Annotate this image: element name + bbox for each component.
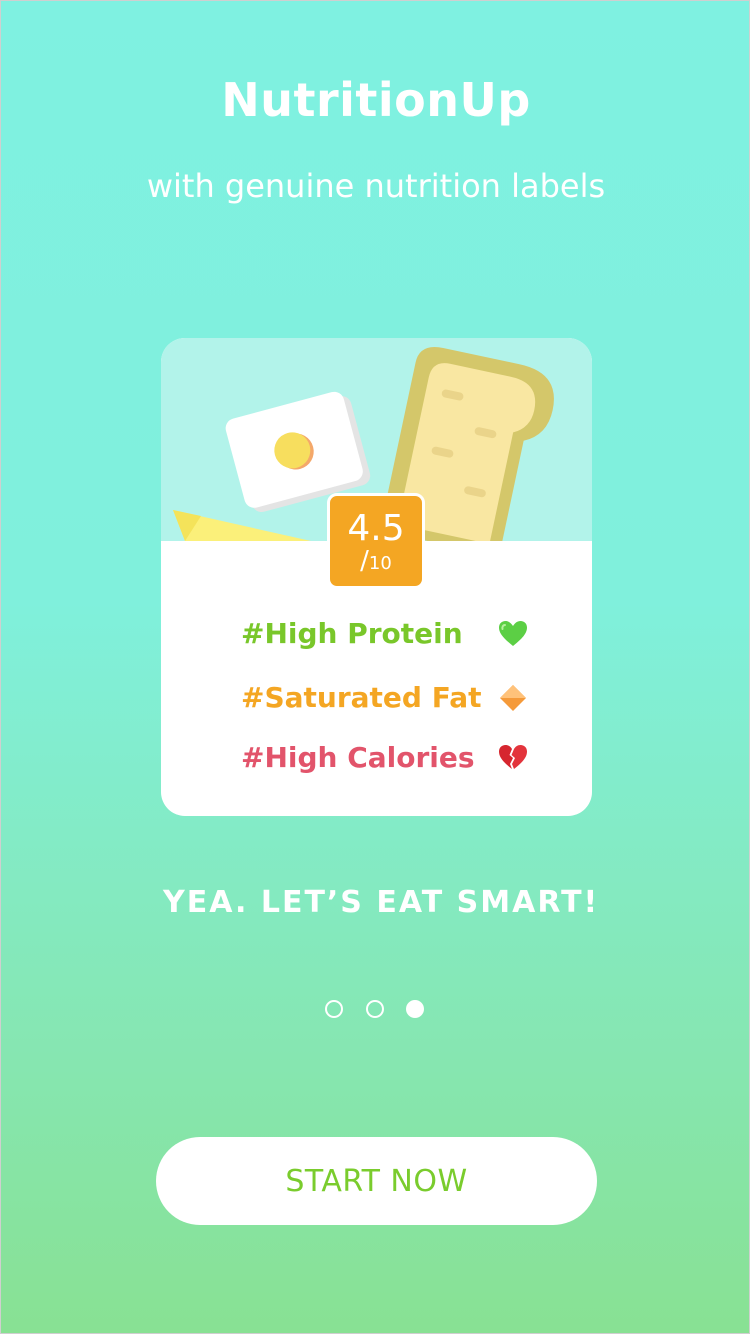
tag-label: #High Calories (241, 741, 475, 774)
score-badge: 4.5 /10 (327, 493, 425, 589)
green-heart-icon (497, 618, 529, 650)
tag-high-protein: #High Protein (161, 612, 592, 656)
onboarding-screen: NutritionUp with genuine nutrition label… (0, 0, 750, 1334)
score-value: 4.5 (347, 508, 405, 549)
app-title: NutritionUp (221, 73, 531, 127)
page-dot-2[interactable] (366, 1000, 384, 1018)
orange-diamond-icon (497, 682, 529, 714)
page-dot-3-active[interactable] (406, 1000, 424, 1018)
page-indicator[interactable] (325, 1000, 435, 1024)
tag-high-calories: #High Calories (161, 736, 592, 780)
nutrition-card: 4.5 /10 #High Protein #Saturated Fat #Hi… (161, 338, 592, 816)
tag-label: #Saturated Fat (241, 681, 482, 714)
start-now-button[interactable]: START NOW (156, 1137, 597, 1225)
tag-saturated-fat: #Saturated Fat (161, 676, 592, 720)
app-subtitle: with genuine nutrition labels (146, 167, 606, 205)
tag-label: #High Protein (241, 617, 463, 650)
score-max: /10 (360, 546, 392, 576)
page-dot-1[interactable] (325, 1000, 343, 1018)
tagline: YEA. LET’S EAT SMART! (163, 885, 600, 920)
broken-heart-icon (497, 742, 529, 774)
